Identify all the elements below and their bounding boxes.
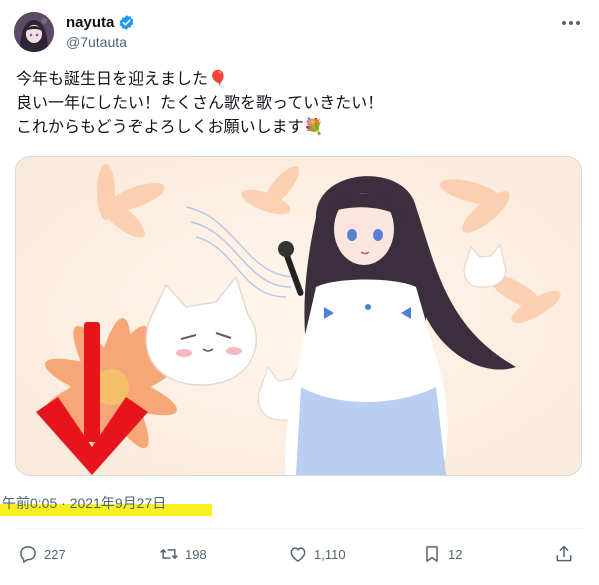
post-timestamp[interactable]: 午前0:05 · 2021年9月27日 — [0, 491, 214, 516]
illustration — [16, 157, 581, 475]
post-line: 良い一年にしたい！たくさん歌を歌っていきたい！ — [16, 95, 384, 112]
bookmark-icon — [426, 546, 438, 562]
verified-badge-icon — [119, 15, 134, 30]
like-button[interactable]: 1,110 — [288, 540, 346, 568]
more-button[interactable] — [557, 12, 585, 34]
post-header: nayuta @7utauta — [14, 12, 585, 56]
reply-button[interactable]: 227 — [18, 540, 66, 568]
post-line: 今年も誕生日を迎えました🎈 — [16, 71, 228, 88]
bookmark-count: 12 — [448, 546, 463, 562]
divider — [16, 528, 583, 529]
avatar[interactable] — [14, 12, 54, 52]
repost-icon — [160, 549, 178, 559]
repost-button[interactable]: 198 — [159, 540, 207, 568]
heart-icon — [290, 547, 306, 562]
share-button[interactable] — [554, 540, 574, 568]
post-line: これからもどうぞよろしくお願いします💐 — [16, 119, 324, 136]
post-image[interactable] — [15, 156, 582, 476]
reply-icon — [20, 546, 36, 563]
display-name[interactable]: nayuta — [66, 14, 114, 31]
timestamp-text: 午前0:05 · 2021年9月27日 — [2, 495, 167, 511]
reply-count: 227 — [44, 546, 66, 562]
bookmark-button[interactable]: 12 — [422, 540, 462, 568]
avatar-image — [14, 12, 54, 52]
more-dots-icon — [562, 21, 580, 25]
post-text: 今年も誕生日を迎えました🎈 良い一年にしたい！たくさん歌を歌っていきたい！ これ… — [16, 68, 576, 140]
handle[interactable]: @7utauta — [66, 34, 135, 50]
like-count: 1,110 — [314, 546, 346, 562]
repost-count: 198 — [185, 546, 207, 562]
share-icon — [556, 545, 572, 562]
action-bar: 227 198 1,110 12 — [16, 540, 583, 568]
